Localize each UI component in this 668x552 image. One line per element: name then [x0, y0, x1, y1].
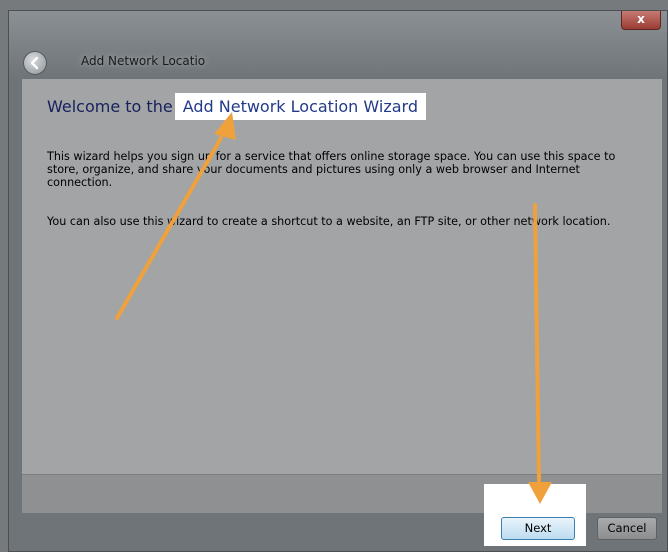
arrow-to-next: [533, 203, 541, 484]
arrow-to-title: [115, 136, 223, 320]
arrow-to-next-head: [528, 482, 552, 504]
arrow-to-title-head: [214, 112, 236, 140]
annotation-arrows: [115, 112, 552, 504]
